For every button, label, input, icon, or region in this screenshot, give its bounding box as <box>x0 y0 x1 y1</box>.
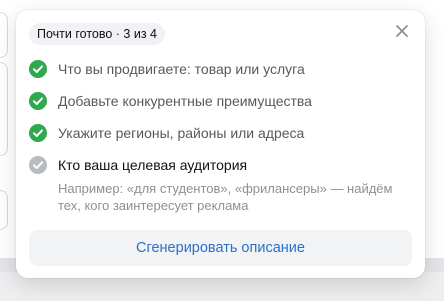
checklist-item-label: Добавьте конкурентные преимущества <box>58 93 312 109</box>
background-input <box>0 12 8 58</box>
close-icon <box>396 25 408 37</box>
checklist-item-hint: Например: «для студентов», «фрилансеры» … <box>58 181 393 213</box>
check-circle-icon <box>29 92 47 110</box>
check-circle-outline-icon <box>29 156 47 174</box>
checklist-item-label: Кто ваша целевая аудитория <box>58 157 248 173</box>
generate-description-button[interactable]: Сгенерировать описание <box>29 230 412 266</box>
close-button[interactable] <box>393 22 411 40</box>
onboarding-checklist-popup: Почти готово · 3 из 4 Что вы продвигаете… <box>16 10 425 278</box>
checklist-item-label: Укажите регионы, районы или адреса <box>58 125 305 141</box>
checklist-item-label: Что вы продвигаете: товар или услуга <box>58 61 305 77</box>
progress-badge: Почти готово · 3 из 4 <box>29 23 165 45</box>
background-textarea <box>0 62 8 156</box>
check-circle-icon <box>29 60 47 78</box>
check-circle-icon <box>29 124 47 142</box>
background-input <box>0 190 8 230</box>
